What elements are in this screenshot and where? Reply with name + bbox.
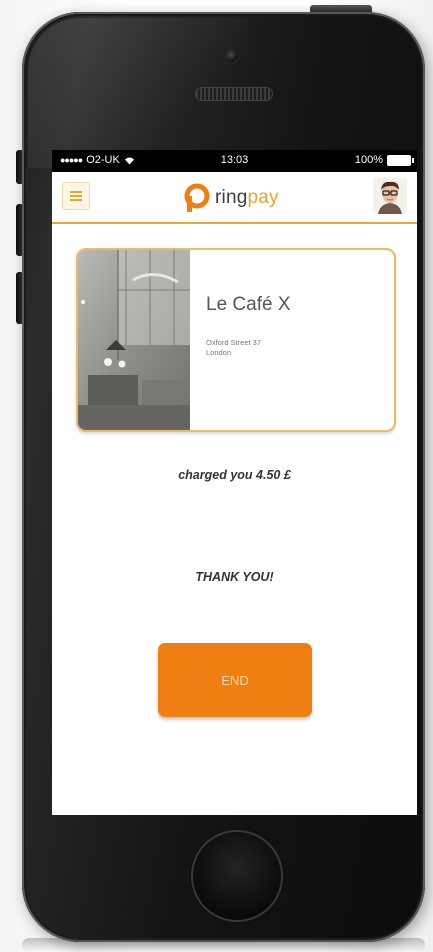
earpiece-speaker	[196, 88, 272, 100]
ringpay-logo: ringpay	[182, 182, 279, 214]
phone-reflection	[22, 938, 425, 952]
thank-you-message: THANK YOU!	[195, 570, 274, 584]
end-button[interactable]: END	[158, 643, 312, 717]
menu-icon	[70, 191, 82, 201]
merchant-photo	[78, 250, 190, 430]
menu-button[interactable]	[62, 182, 90, 210]
ringpay-logo-icon	[184, 183, 210, 212]
user-avatar[interactable]	[373, 178, 407, 214]
product-mockup: ●●●●● O2-UK 13:03 100% ringpay Le Café X…	[0, 0, 433, 952]
merchant-address-street: Oxford Street 37	[206, 338, 262, 347]
phone-screen: ●●●●● O2-UK 13:03 100% ringpay Le Café X…	[52, 150, 417, 815]
merchant-name: Le Café X	[206, 294, 291, 315]
logo-text-main: ring	[215, 187, 248, 208]
charge-message: charged you 4.50 £	[178, 468, 291, 482]
status-bar: ●●●●● O2-UK 13:03 100%	[52, 150, 417, 172]
home-button[interactable]	[193, 832, 281, 920]
front-camera	[226, 50, 238, 62]
app-header: ringpay	[52, 172, 417, 224]
merchant-address: Oxford Street 37 London	[206, 338, 261, 358]
battery-icon	[387, 154, 414, 166]
battery-status: 100%	[354, 154, 414, 166]
merchant-card: Le Café X Oxford Street 37 London	[76, 248, 396, 432]
battery-percent: 100%	[354, 154, 383, 166]
merchant-address-city: London	[206, 348, 232, 357]
logo-text: ringpay	[215, 187, 279, 209]
logo-text-accent: pay	[247, 187, 279, 208]
user-avatar-icon	[373, 178, 407, 214]
